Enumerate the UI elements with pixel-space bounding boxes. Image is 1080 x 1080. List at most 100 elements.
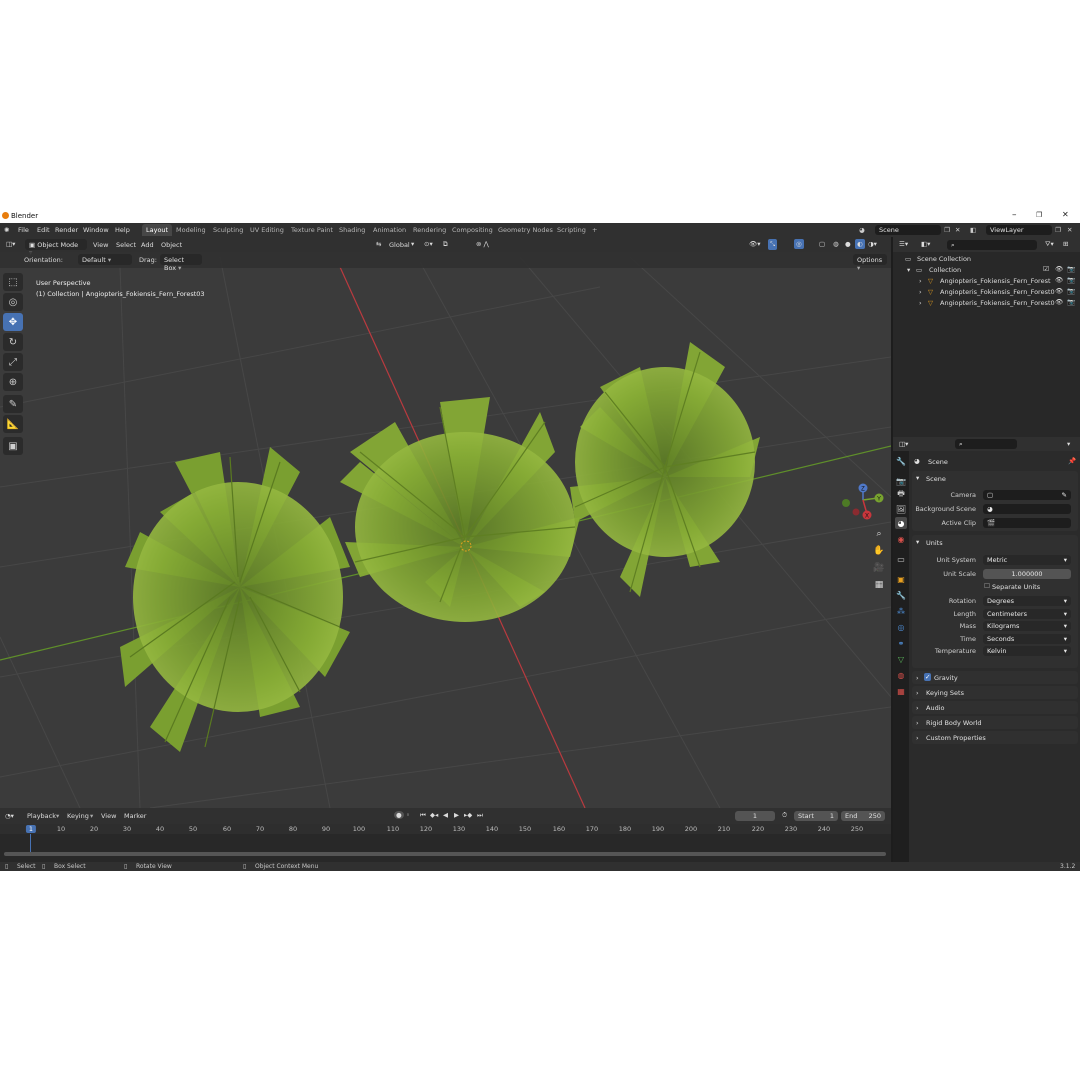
close-button[interactable]: ✕ xyxy=(1062,210,1069,219)
measure-tool-icon[interactable]: 📐 xyxy=(3,415,23,433)
texture-tab-icon[interactable]: ▦ xyxy=(895,685,907,697)
camera-icon[interactable]: 📷 xyxy=(1067,298,1075,306)
tab-layout[interactable]: Layout xyxy=(142,224,173,236)
camera-view-icon[interactable]: 🎥 xyxy=(872,561,886,575)
eyedropper-icon[interactable]: ✎ xyxy=(1062,491,1067,499)
object-tab-icon[interactable]: ▣ xyxy=(895,573,907,585)
temperature-dropdown[interactable]: Kelvin ▾ xyxy=(983,646,1071,656)
world-tab-icon[interactable]: ◉ xyxy=(895,533,907,545)
drag-dropdown[interactable]: Select Box ▾ xyxy=(160,254,202,272)
menu-file[interactable]: File xyxy=(18,226,29,234)
modifier-tab-icon[interactable]: 🔧 xyxy=(895,589,907,601)
mass-dropdown[interactable]: Kilograms ▾ xyxy=(983,621,1071,631)
menu-edit[interactable]: Edit xyxy=(37,226,50,234)
expand-arrow-icon[interactable]: › xyxy=(919,299,922,307)
pin-icon[interactable]: 📌 xyxy=(1068,457,1076,465)
options-dropdown[interactable]: Options ▾ xyxy=(853,254,887,272)
scale-tool-icon[interactable]: ⤢ xyxy=(3,353,23,371)
audio-panel[interactable]: › Audio xyxy=(912,701,1078,714)
collection-checkbox[interactable]: ☑ xyxy=(1043,265,1049,273)
tab-compositing[interactable]: Compositing xyxy=(448,224,497,236)
timeline-editor-type-icon[interactable]: ◔▾ xyxy=(5,812,14,820)
eye-icon[interactable]: 👁 xyxy=(1055,287,1063,295)
scene-name-field[interactable]: Scene xyxy=(875,225,941,235)
display-mode-icon[interactable]: ◧▾ xyxy=(921,240,930,248)
annotate-tool-icon[interactable]: ✎ xyxy=(3,395,23,413)
snap-icon[interactable]: ⧉ xyxy=(443,240,448,249)
rigid-body-world-panel[interactable]: › Rigid Body World xyxy=(912,716,1078,729)
expand-chevron-icon[interactable]: ▾ xyxy=(916,474,919,482)
outliner-row-object[interactable]: › ▽ Angiopteris_Fokiensis_Fern_Forest0 👁… xyxy=(893,287,1080,298)
physics-tab-icon[interactable]: ◎ xyxy=(895,621,907,633)
viewlayer-selector-icon[interactable]: ◧ xyxy=(970,226,976,234)
cursor-tool-icon[interactable]: ◎ xyxy=(3,293,23,311)
pan-hand-icon[interactable]: ✋ xyxy=(872,544,886,558)
3d-viewport[interactable]: ◫▾ ▣ Object Mode ▾ View Select Add Objec… xyxy=(0,237,891,808)
pivot-icon[interactable]: ⊙▾ xyxy=(424,240,433,248)
custom-properties-panel[interactable]: › Custom Properties xyxy=(912,731,1078,744)
menu-help[interactable]: Help xyxy=(115,226,130,234)
collection-tab-icon[interactable]: ▭ xyxy=(895,553,907,565)
playhead-frame[interactable]: 1 xyxy=(25,825,37,833)
current-frame-field[interactable]: 1 xyxy=(735,811,775,821)
viewlayer-name-field[interactable]: ViewLayer xyxy=(986,225,1052,235)
properties-search-input[interactable]: ⌕ xyxy=(955,439,1017,449)
camera-icon[interactable]: 📷 xyxy=(1067,287,1075,295)
output-tab-icon[interactable]: 🖶 xyxy=(895,489,907,501)
unit-system-dropdown[interactable]: Metric ▾ xyxy=(983,555,1071,565)
play-icon[interactable]: ▶ xyxy=(454,811,459,819)
scene-tab-icon[interactable]: ◕ xyxy=(895,517,907,529)
material-tab-icon[interactable]: ◍ xyxy=(895,669,907,681)
transform-orientation-dropdown[interactable]: Global xyxy=(389,241,410,249)
frame-ruler[interactable]: 1 10 20 30 40 50 60 70 80 90 100 110 120… xyxy=(0,824,891,834)
play-reverse-icon[interactable]: ◀ xyxy=(443,811,448,819)
new-scene-icon[interactable]: ❐ xyxy=(944,226,950,234)
outliner-editor-type-icon[interactable]: ☰▾ xyxy=(899,240,908,248)
zoom-icon[interactable]: ⌕ xyxy=(872,527,886,541)
delete-viewlayer-icon[interactable]: ✕ xyxy=(1067,226,1072,234)
ortho-grid-icon[interactable]: ▦ xyxy=(872,578,886,592)
filter-icon[interactable]: ⛛▾ xyxy=(1045,240,1054,249)
tab-animation[interactable]: Animation xyxy=(369,224,410,236)
move-tool-icon[interactable]: ✥ xyxy=(3,313,23,331)
fern-object-1[interactable] xyxy=(120,447,350,752)
menu-view[interactable]: View xyxy=(101,812,116,820)
select-tool-icon[interactable]: ⬚ xyxy=(3,273,23,291)
timeline-scrollbar[interactable] xyxy=(4,852,886,856)
active-clip-field[interactable]: 🎬 xyxy=(983,518,1071,528)
tab-rendering[interactable]: Rendering xyxy=(409,224,450,236)
camera-icon[interactable]: 📷 xyxy=(1067,276,1075,284)
menu-keying[interactable]: Keying xyxy=(67,812,89,820)
menu-add[interactable]: Add xyxy=(141,241,154,249)
tab-geometry-nodes[interactable]: Geometry Nodes xyxy=(494,224,557,236)
menu-playback[interactable]: Playback xyxy=(27,812,56,820)
outliner-row-collection[interactable]: ▾ ▭ Collection ☑ 👁 📷 xyxy=(893,265,1080,276)
menu-select[interactable]: Select xyxy=(116,241,136,249)
eye-icon[interactable]: 👁 xyxy=(1055,265,1063,273)
fern-object-2[interactable] xyxy=(340,397,580,622)
menu-window[interactable]: Window xyxy=(83,226,109,234)
expand-chevron-icon[interactable]: ▾ xyxy=(907,266,910,274)
menu-marker[interactable]: Marker xyxy=(124,812,146,820)
expand-arrow-icon[interactable]: › xyxy=(919,277,922,285)
expand-chevron-icon[interactable]: ▾ xyxy=(916,538,919,546)
add-workspace-button[interactable]: + xyxy=(588,224,601,236)
proportional-edit-icon[interactable]: ⊚ ⋀ xyxy=(476,240,489,248)
render-tab-icon[interactable]: 📷 xyxy=(895,475,907,487)
time-dropdown[interactable]: Seconds ▾ xyxy=(983,634,1071,644)
tab-modeling[interactable]: Modeling xyxy=(172,224,210,236)
unit-scale-field[interactable]: 1.000000 xyxy=(983,569,1071,579)
prev-keyframe-icon[interactable]: ◆◂ xyxy=(430,811,438,819)
menu-view[interactable]: View xyxy=(93,241,108,249)
gizmo-neg-x-axis[interactable] xyxy=(852,508,860,516)
menu-render[interactable]: Render xyxy=(55,226,78,234)
outliner-row-object[interactable]: › ▽ Angiopteris_Fokiensis_Fern_Forest0 👁… xyxy=(893,298,1080,309)
xray-icon[interactable]: ▢ xyxy=(819,240,825,248)
tab-shading[interactable]: Shading xyxy=(335,224,369,236)
end-frame-field[interactable]: End 250 xyxy=(841,811,885,821)
outliner-row-object[interactable]: › ▽ Angiopteris_Fokiensis_Fern_Forest 👁 … xyxy=(893,276,1080,287)
blender-menu-icon[interactable]: ✺ xyxy=(4,226,9,234)
scene-selector-icon[interactable]: ◕ xyxy=(859,226,865,234)
chevron-down-icon[interactable]: ▾ xyxy=(1067,440,1070,448)
length-dropdown[interactable]: Centimeters ▾ xyxy=(983,609,1071,619)
